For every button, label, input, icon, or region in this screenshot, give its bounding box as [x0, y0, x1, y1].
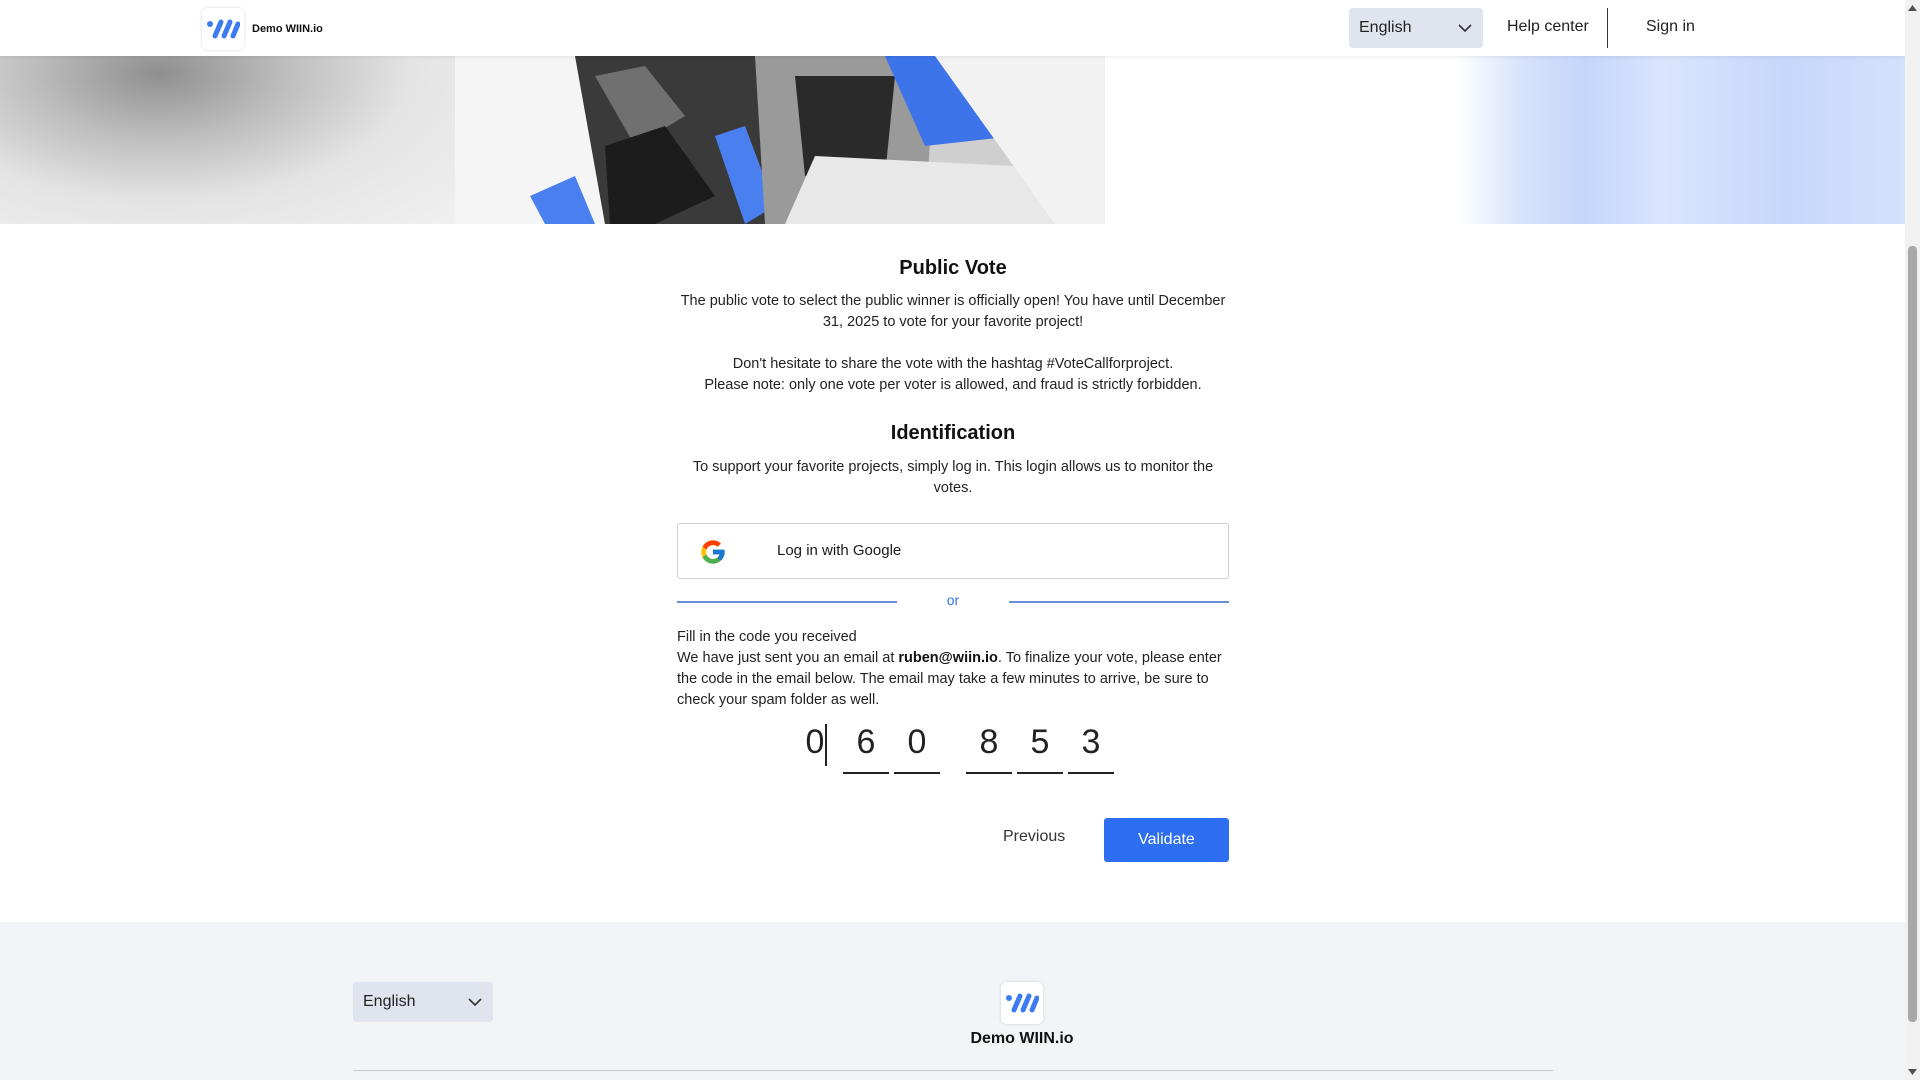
code-digit-4[interactable]: 8	[966, 718, 1012, 774]
language-select-value: English	[1359, 19, 1412, 36]
page: Demo WIIN.io English Help center Sign in	[0, 0, 1905, 1080]
wiin-logo-icon	[202, 8, 244, 50]
chevron-down-icon	[1458, 24, 1472, 33]
vertical-scrollbar[interactable]	[1905, 0, 1920, 1080]
google-icon	[701, 540, 725, 564]
identification-description: To support your favorite projects, simpl…	[692, 459, 1214, 496]
top-navigation-bar: Demo WIIN.io English Help center Sign in	[0, 0, 1905, 56]
chevron-down-icon	[468, 998, 482, 1007]
text-cursor	[825, 724, 827, 766]
code-digit-1[interactable]: 0	[792, 718, 838, 774]
validate-button[interactable]: Validate	[1104, 818, 1229, 862]
email-address: ruben@wiin.io	[898, 650, 998, 666]
code-digit-5[interactable]: 5	[1017, 718, 1063, 774]
header-divider	[1607, 8, 1608, 48]
banner-image	[0, 56, 1905, 224]
email-prefix: We have just sent you an email at	[677, 650, 899, 666]
verification-code-input: 0 6 0 8 5 3	[677, 718, 1229, 774]
footer-divider	[353, 1070, 1553, 1071]
footer-language-value: English	[363, 993, 416, 1010]
code-digit-3[interactable]: 0	[894, 718, 940, 774]
code-digit-6[interactable]: 3	[1068, 718, 1114, 774]
brand[interactable]: Demo WIIN.io	[202, 8, 323, 50]
public-vote-title: Public Vote	[899, 257, 1007, 279]
wiin-logo-icon	[1001, 982, 1043, 1024]
public-vote-notice: Don't hesitate to share the vote with th…	[677, 354, 1229, 396]
code-digit-2[interactable]: 6	[843, 718, 889, 774]
footer-language-select[interactable]: English	[353, 982, 493, 1022]
or-line-right	[1009, 601, 1229, 603]
google-login-label: Log in with Google	[777, 542, 902, 559]
footer-brand-name: Demo WIIN.io	[970, 1030, 1074, 1047]
banner-left-blur	[0, 56, 455, 224]
public-vote-description: The public vote to select the public win…	[680, 293, 1226, 330]
scrollbar-thumb[interactable]	[1908, 246, 1917, 1022]
email-sent-message: We have just sent you an email at ruben@…	[677, 648, 1229, 711]
previous-button[interactable]: Previous	[991, 818, 1077, 856]
scroll-up-arrow-icon[interactable]	[1905, 0, 1920, 16]
footer: English Demo WIIN.io	[0, 922, 1905, 1080]
footer-brand: Demo WIIN.io	[922, 982, 1122, 1048]
or-text: or	[946, 592, 960, 608]
banner-photo-people-at-laptops	[455, 56, 1105, 224]
google-login-button[interactable]: Log in with Google	[677, 523, 1229, 579]
identification-title: Identification	[890, 422, 1016, 444]
language-select[interactable]: English	[1349, 8, 1483, 48]
help-center-link[interactable]: Help center	[1507, 18, 1589, 36]
banner-right-blur	[1105, 56, 1905, 224]
or-divider: or	[677, 589, 1229, 613]
share-hashtag-text: Don't hesitate to share the vote with th…	[732, 356, 1174, 372]
sign-in-link[interactable]: Sign in	[1646, 18, 1695, 36]
fraud-notice-text: Please note: only one vote per voter is …	[704, 377, 1202, 393]
brand-name: Demo WIIN.io	[252, 23, 323, 35]
fill-code-label: Fill in the code you received	[677, 629, 857, 645]
scroll-down-arrow-icon[interactable]	[1905, 1064, 1920, 1080]
